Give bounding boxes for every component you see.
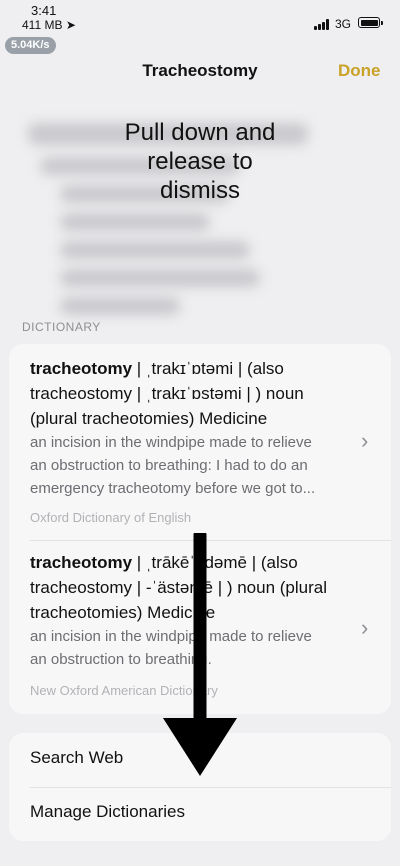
status-bar: 3:41 411 MB ➤ 3G <box>0 0 400 36</box>
network-type: 3G <box>335 17 352 31</box>
entry-heading: tracheotomy | ˌtrakɪˈɒtəmi | (also trach… <box>30 359 304 428</box>
entry-source: Oxford Dictionary of English <box>30 510 192 525</box>
status-time: 3:41 <box>31 3 57 18</box>
dictionary-entry[interactable]: tracheotomy | ˌtrakɪˈɒtəmi | (also trach… <box>9 344 391 540</box>
section-label: DICTIONARY <box>22 320 101 334</box>
pull-down-message: Pull down and release to dismiss <box>124 119 276 204</box>
search-web-button[interactable]: Search Web <box>30 748 123 768</box>
chevron-right-icon: › <box>361 428 369 453</box>
entry-definition: an incision in the windpipe made to reli… <box>30 434 316 497</box>
divider <box>30 787 391 788</box>
battery-icon <box>358 17 383 28</box>
location-arrow-icon: ➤ <box>65 18 76 32</box>
speed-badge: 5.04K/s <box>5 37 56 54</box>
signal-bars-icon <box>314 19 332 30</box>
chevron-right-icon: › <box>361 615 369 640</box>
down-arrow-icon <box>163 533 237 776</box>
manage-dictionaries-button[interactable]: Manage Dictionaries <box>30 802 185 822</box>
done-button[interactable]: Done <box>338 61 381 81</box>
status-memory: 411 MB ➤ <box>22 18 76 32</box>
